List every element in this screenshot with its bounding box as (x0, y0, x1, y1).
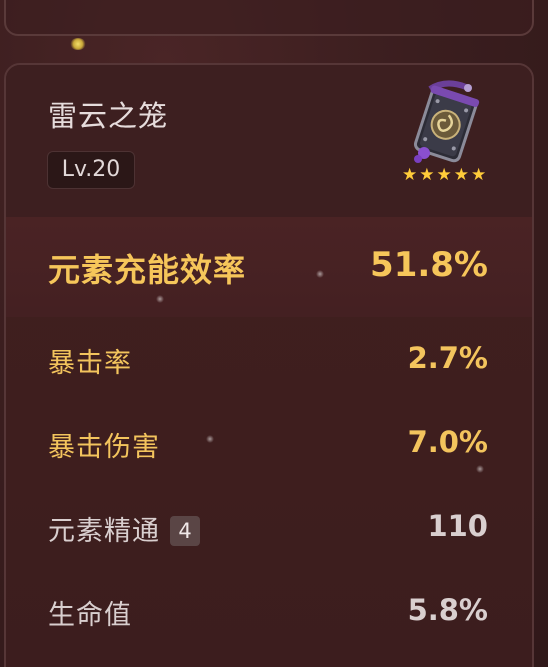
glow-particle (70, 38, 86, 50)
main-stat-value: 51.8% (370, 245, 488, 285)
sub-stat-label: 暴击率 (48, 348, 132, 379)
artifact-detail-screen: 雷云之笼 Lv.20 ★ ★ ★ ★ ★ 元素充能效率 51.8% 暴击率 2.… (0, 0, 548, 667)
main-stat-row: 元素充能效率 51.8% (6, 217, 532, 317)
sub-stat-row: 元素精通 4 110 (6, 485, 532, 569)
sub-stat-row: 暴击率 2.7% (6, 317, 532, 401)
star-icon: ★ (419, 165, 435, 185)
star-icon: ★ (471, 165, 487, 185)
star-icon: ★ (453, 165, 469, 185)
artifact-card: 雷云之笼 Lv.20 ★ ★ ★ ★ ★ 元素充能效率 51.8% 暴击率 2.… (4, 63, 534, 667)
level-badge: Lv.20 (47, 151, 135, 189)
sub-stat-label: 元素精通 (48, 516, 160, 547)
sub-stat-value: 5.8% (407, 593, 488, 627)
main-stat-label: 元素充能效率 (48, 251, 247, 289)
sub-stat-label-group: 元素精通 4 (48, 509, 200, 548)
sub-stat-label: 生命值 (48, 600, 132, 631)
star-icon: ★ (436, 165, 452, 185)
artifact-header: 雷云之笼 Lv.20 ★ ★ ★ ★ ★ (6, 65, 532, 217)
artifact-name: 雷云之笼 (48, 99, 169, 133)
cage-artifact-icon (413, 80, 480, 163)
sparkle-particle (206, 435, 214, 443)
sparkle-particle (476, 465, 484, 473)
sub-stat-value: 7.0% (407, 425, 488, 459)
star-icon: ★ (402, 165, 418, 185)
previous-card-panel (4, 0, 534, 36)
rarity-stars: ★ ★ ★ ★ ★ (402, 165, 488, 185)
sub-stat-label: 暴击伤害 (48, 432, 160, 463)
sparkle-particle (156, 295, 164, 303)
roll-count-badge: 4 (170, 516, 200, 546)
sub-stat-row: 暴击伤害 7.0% (6, 401, 532, 485)
sub-stat-value: 2.7% (407, 341, 488, 375)
sub-stat-value: 110 (427, 509, 488, 543)
sub-stat-row: 生命值 5.8% (6, 569, 532, 653)
sparkle-particle (316, 270, 324, 278)
